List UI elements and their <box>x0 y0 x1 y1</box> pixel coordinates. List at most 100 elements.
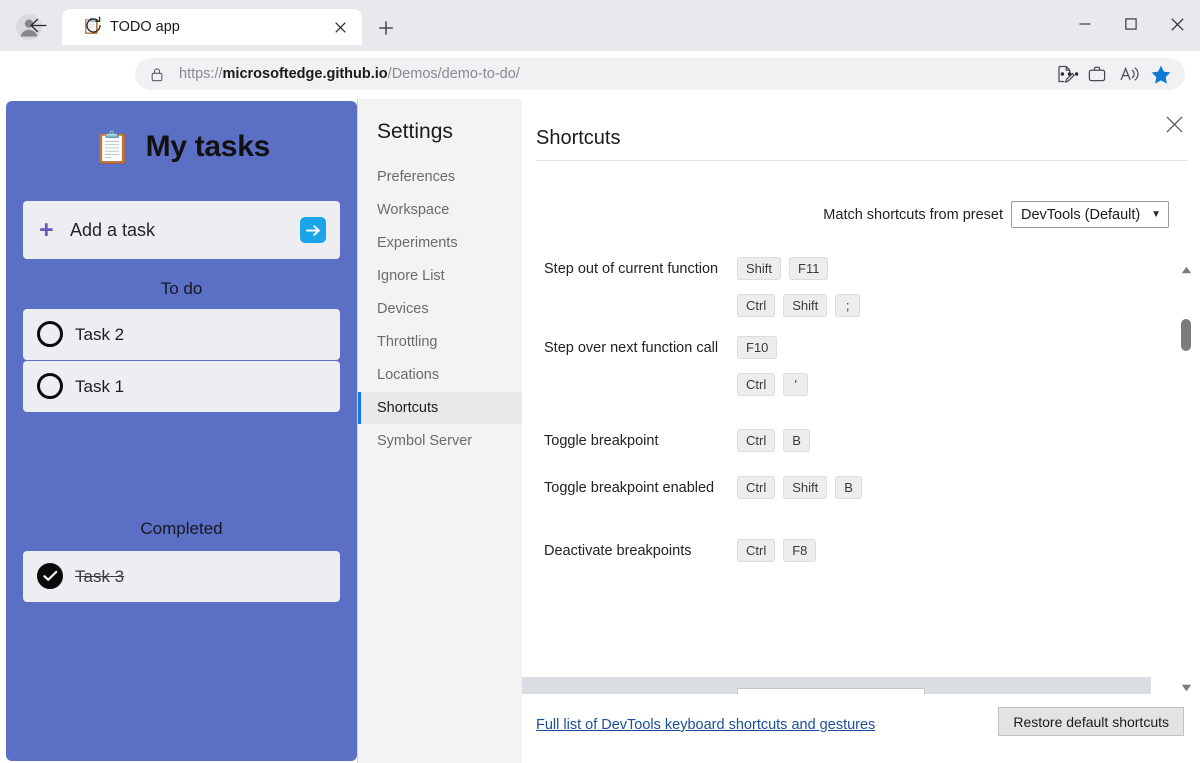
list-item[interactable]: Task 1 <box>23 361 340 412</box>
plus-icon <box>378 20 394 36</box>
reload-icon <box>84 16 103 35</box>
url-prefix: https:// <box>179 66 223 82</box>
reload-button[interactable] <box>78 10 108 40</box>
add-task-input[interactable]: + Add a task <box>23 201 340 259</box>
sidebar-item-label: Preferences <box>358 169 455 185</box>
key-chip: ; <box>835 294 860 317</box>
circle-unchecked-icon[interactable] <box>37 321 63 347</box>
preset-select[interactable]: DevTools (Default) ▼ <box>1011 201 1169 228</box>
window-close-button[interactable] <box>1154 0 1200 48</box>
minimize-icon <box>1079 18 1091 30</box>
chevron-down-icon: ▼ <box>1151 209 1161 220</box>
key-chip: F8 <box>783 539 816 562</box>
sidebar-item-label: Locations <box>358 367 439 383</box>
window-controls <box>1062 0 1200 48</box>
window-minimize-button[interactable] <box>1062 0 1108 48</box>
sidebar-item-label: Workspace <box>358 202 449 218</box>
close-icon <box>335 22 346 33</box>
list-item[interactable]: Task 2 <box>23 309 340 360</box>
sidebar-item-devices[interactable]: Devices <box>358 293 522 325</box>
devtools-panel: Settings Preferences Workspace Experimen… <box>357 99 1200 763</box>
preset-label: Match shortcuts from preset <box>823 207 1003 223</box>
close-settings-button[interactable] <box>1161 111 1187 137</box>
settings-sidebar: Settings Preferences Workspace Experimen… <box>358 99 522 763</box>
settings-and-more-button[interactable] <box>1054 59 1084 89</box>
delete-shortcut-button[interactable] <box>934 691 956 694</box>
sidebar-item-symbol-server[interactable]: Symbol Server <box>358 425 522 457</box>
close-icon <box>1166 116 1183 133</box>
key-chip: Ctrl <box>737 373 775 396</box>
arrow-left-icon <box>29 16 48 35</box>
lock-icon <box>150 67 164 82</box>
key-binding: Ctrl F8 <box>737 539 816 562</box>
shortcut-name: Step over next function call <box>544 338 726 358</box>
key-chip: Ctrl <box>737 294 775 317</box>
sidebar-item-preferences[interactable]: Preferences <box>358 161 522 193</box>
page-viewport: 📋 My tasks + Add a task To do Task 2 <box>0 99 1200 763</box>
new-tab-button[interactable] <box>372 15 400 40</box>
preset-row: Match shortcuts from preset DevTools (De… <box>823 201 1169 228</box>
plus-icon: + <box>39 216 54 244</box>
page-title: My tasks <box>146 130 270 164</box>
collections-button[interactable] <box>1081 59 1113 89</box>
restore-defaults-button[interactable]: Restore default shortcuts <box>998 707 1184 736</box>
url-path: /Demos/demo-to-do/ <box>388 66 520 82</box>
scroll-thumb[interactable] <box>1181 319 1191 351</box>
key-chip: Shift <box>783 476 827 499</box>
read-aloud-button[interactable] <box>1113 59 1145 89</box>
sidebar-item-locations[interactable]: Locations <box>358 359 522 391</box>
shortcut-name: Toggle breakpoint <box>544 431 726 451</box>
shortcut-name: Deactivate breakpoints <box>544 541 726 561</box>
list-item[interactable]: Task 3 <box>23 551 340 602</box>
triangle-down-icon <box>1181 684 1192 692</box>
trash-icon <box>937 693 954 694</box>
key-binding: Ctrl Shift B <box>737 476 862 499</box>
sidebar-item-label: Throttling <box>358 334 437 350</box>
key-chip: B <box>783 429 810 452</box>
sidebar-item-label: Devices <box>358 301 429 317</box>
full-shortcuts-list-link[interactable]: Full list of DevTools keyboard shortcuts… <box>536 717 875 733</box>
shortcuts-pane: Shortcuts Match shortcuts from preset De… <box>522 99 1200 763</box>
sidebar-item-ignore-list[interactable]: Ignore List <box>358 260 522 292</box>
key-chip: F11 <box>789 257 828 280</box>
key-chip: ' <box>783 373 808 396</box>
circle-unchecked-icon[interactable] <box>37 373 63 399</box>
shortcut-input[interactable]: F8 <box>737 688 925 694</box>
sidebar-item-shortcuts[interactable]: Shortcuts <box>358 392 522 424</box>
sidebar-item-experiments[interactable]: Experiments <box>358 227 522 259</box>
favorites-button[interactable] <box>1145 59 1177 89</box>
tab-title: TODO app <box>110 9 180 45</box>
key-chip: B <box>835 476 862 499</box>
key-chip: F10 <box>737 336 777 359</box>
vertical-scrollbar[interactable] <box>1178 264 1194 694</box>
browser-title-bar: 📋 TODO app <box>0 0 1200 51</box>
key-chip: Shift <box>783 294 827 317</box>
sidebar-item-workspace[interactable]: Workspace <box>358 194 522 226</box>
key-binding: Ctrl B <box>737 429 810 452</box>
task-name: Task 3 <box>75 551 124 602</box>
browser-window: 📋 TODO app <box>0 0 1200 763</box>
address-bar[interactable]: https://microsoftedge.github.io/Demos/de… <box>135 58 1185 90</box>
preset-value: DevTools (Default) <box>1021 207 1140 223</box>
todo-app: 📋 My tasks + Add a task To do Task 2 <box>6 101 357 761</box>
clipboard-icon: 📋 <box>93 132 132 163</box>
tab-close-icon[interactable] <box>330 17 350 37</box>
url-text: https://microsoftedge.github.io/Demos/de… <box>179 58 520 90</box>
key-binding: Shift F11 <box>737 257 828 280</box>
triangle-up-icon <box>1181 266 1192 274</box>
key-chip: Ctrl <box>737 429 775 452</box>
back-button[interactable] <box>23 10 53 40</box>
scroll-up-button[interactable] <box>1180 264 1192 276</box>
add-task-placeholder: Add a task <box>70 201 155 259</box>
sidebar-item-throttling[interactable]: Throttling <box>358 326 522 358</box>
add-task-submit-button[interactable] <box>300 217 326 243</box>
window-maximize-button[interactable] <box>1108 0 1154 48</box>
arrow-right-icon <box>306 224 321 237</box>
scroll-down-button[interactable] <box>1180 682 1192 694</box>
circle-checked-icon[interactable] <box>37 563 63 589</box>
more-ellipsis-icon <box>1060 71 1079 77</box>
lock-icon <box>149 66 165 82</box>
task-name: Task 1 <box>75 361 124 412</box>
group-label-todo: To do <box>6 279 357 299</box>
divider <box>536 160 1187 161</box>
